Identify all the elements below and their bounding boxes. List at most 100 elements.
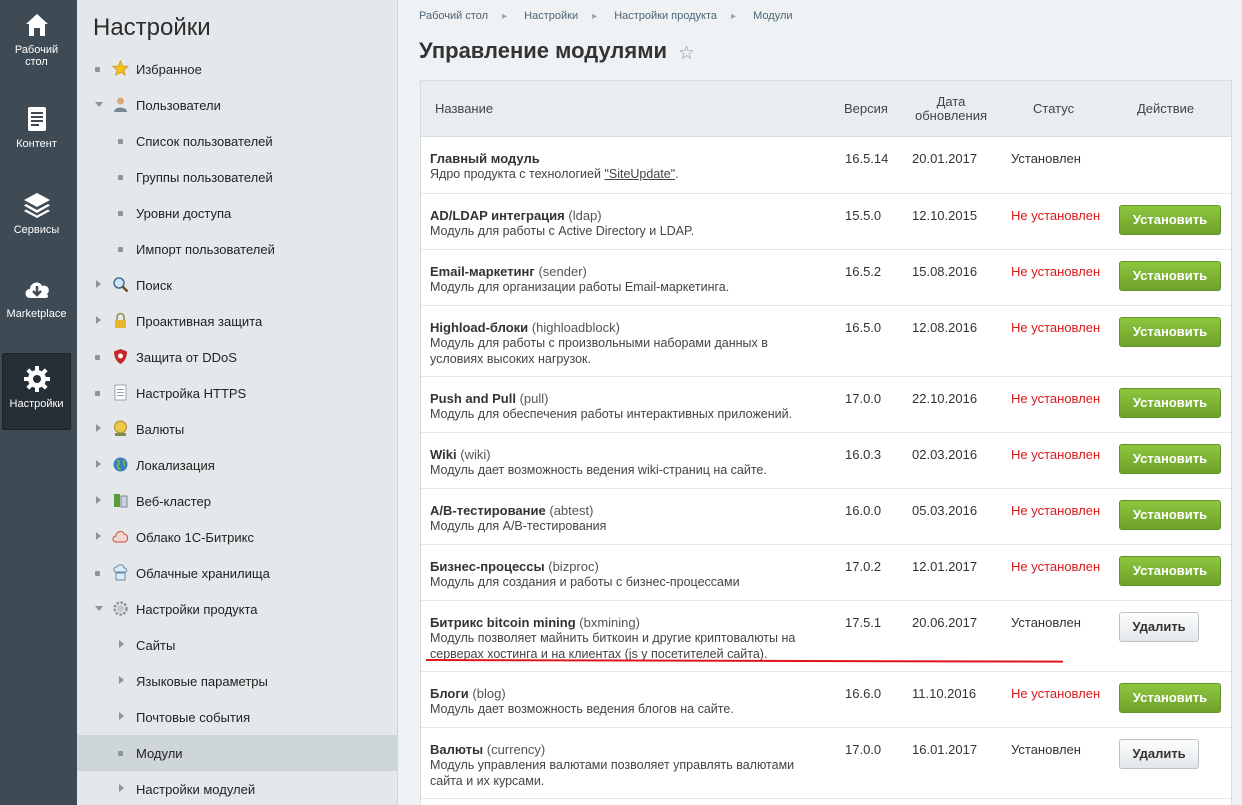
module-date: 12.01.2017 bbox=[912, 559, 978, 574]
install-button[interactable]: Установить bbox=[1119, 317, 1221, 347]
column-header-status[interactable]: Статус bbox=[1033, 102, 1074, 116]
module-description: Модуль для работы с Active Directory и L… bbox=[430, 224, 695, 238]
install-button[interactable]: Установить bbox=[1119, 500, 1221, 530]
table-row: Бизнес-процессы (bizproc) Модуль для соз… bbox=[421, 545, 1231, 601]
menu-item-label: Облако 1С-Битрикс bbox=[136, 530, 254, 545]
module-code: (highloadblock) bbox=[531, 320, 620, 335]
nav-desktop-label: Рабочий стол bbox=[14, 44, 59, 68]
bullet-icon bbox=[95, 355, 100, 360]
column-header-version[interactable]: Версия bbox=[844, 102, 888, 116]
storage-icon bbox=[113, 564, 128, 581]
nav-marketplace-label: Marketplace bbox=[6, 308, 67, 320]
install-button[interactable]: Установить bbox=[1119, 683, 1221, 713]
menu-item-mail-events[interactable]: Почтовые события bbox=[77, 699, 398, 735]
menu-item-modules[interactable]: Модули bbox=[77, 735, 398, 771]
siteupdate-link[interactable]: "SiteUpdate" bbox=[604, 167, 675, 181]
coin-icon bbox=[114, 420, 127, 436]
menu-item-ddos[interactable]: Защита от DDoS bbox=[77, 339, 398, 375]
module-name-cell: Highload-блоки (highloadblock) Модуль дл… bbox=[430, 320, 830, 367]
install-button[interactable]: Установить bbox=[1119, 261, 1221, 291]
menu-item-user-list[interactable]: Список пользователей bbox=[77, 123, 398, 159]
module-code: (ldap) bbox=[568, 208, 602, 223]
menu-item-favorites[interactable]: Избранное bbox=[77, 51, 398, 87]
menu-item-cloud-storage[interactable]: Облачные хранилища bbox=[77, 555, 398, 591]
nav-content-label: Контент bbox=[16, 138, 57, 150]
menu-item-https[interactable]: Настройка HTTPS bbox=[77, 375, 398, 411]
menu-item-module-settings[interactable]: Настройки модулей bbox=[77, 771, 398, 805]
menu-item-label: Пользователи bbox=[136, 98, 221, 113]
module-title: Битрикс bitcoin mining bbox=[430, 615, 576, 630]
module-title: Бизнес-процессы bbox=[430, 559, 545, 574]
breadcrumb-item[interactable]: Рабочий стол bbox=[419, 10, 488, 22]
module-date: 22.10.2016 bbox=[912, 391, 978, 406]
column-header-action[interactable]: Действие bbox=[1137, 102, 1194, 116]
module-description-line2: условиях высоких нагрузок. bbox=[430, 352, 591, 366]
breadcrumb-item[interactable]: Настройки bbox=[524, 10, 578, 22]
nav-settings[interactable]: Настройки bbox=[2, 353, 71, 430]
menu-item-language-params[interactable]: Языковые параметры bbox=[77, 663, 398, 699]
modules-table: Название Версия Дата обновления Статус Д… bbox=[420, 80, 1232, 805]
menu-item-product-settings[interactable]: Настройки продукта bbox=[77, 591, 398, 627]
menu-item-localization[interactable]: Локализация bbox=[77, 447, 398, 483]
table-header: Название Версия Дата обновления Статус Д… bbox=[421, 81, 1231, 137]
module-status: Не установлен bbox=[1011, 391, 1101, 406]
column-header-date[interactable]: Дата обновления bbox=[909, 95, 993, 123]
chevron-right-icon bbox=[96, 496, 101, 504]
breadcrumb-item[interactable]: Модули bbox=[753, 10, 792, 22]
left-navigation: Рабочий стол Контент Сервисы Marketplace… bbox=[0, 0, 77, 805]
install-button[interactable]: Установить bbox=[1119, 444, 1221, 474]
chevron-right-icon bbox=[96, 316, 101, 324]
module-name-cell: Валюты (currency) Модуль управления валю… bbox=[430, 742, 830, 789]
menu-item-label: Языковые параметры bbox=[136, 674, 268, 689]
menu-item-user-groups[interactable]: Группы пользователей bbox=[77, 159, 398, 195]
menu-item-web-cluster[interactable]: Веб-кластер bbox=[77, 483, 398, 519]
breadcrumb-separator-icon: ▸ bbox=[592, 11, 598, 22]
breadcrumb-item[interactable]: Настройки продукта bbox=[614, 10, 717, 22]
menu-item-user-import[interactable]: Импорт пользователей bbox=[77, 231, 398, 267]
module-name-cell: A/B-тестирование (abtest) Модуль для A/B… bbox=[430, 503, 830, 534]
nav-content[interactable]: Контент bbox=[2, 104, 71, 184]
module-title: Push and Pull bbox=[430, 391, 516, 406]
nav-services[interactable]: Сервисы bbox=[2, 190, 71, 270]
module-version: 17.5.1 bbox=[845, 615, 882, 630]
install-button[interactable]: Установить bbox=[1119, 205, 1221, 235]
module-title: Главный модуль bbox=[430, 151, 540, 166]
delete-button[interactable]: Удалить bbox=[1119, 612, 1199, 642]
menu-item-access-levels[interactable]: Уровни доступа bbox=[77, 195, 398, 231]
menu-item-label: Настройка HTTPS bbox=[136, 386, 247, 401]
cluster-icon bbox=[114, 494, 128, 508]
table-row: Push and Pull (pull) Модуль для обеспече… bbox=[421, 377, 1231, 433]
bullet-icon bbox=[95, 67, 100, 72]
menu-item-currencies[interactable]: Валюты bbox=[77, 411, 398, 447]
module-version: 16.0.0 bbox=[845, 503, 882, 518]
nav-marketplace[interactable]: Marketplace bbox=[2, 274, 71, 354]
menu-item-users[interactable]: Пользователи bbox=[77, 87, 398, 123]
bullet-icon bbox=[118, 751, 123, 756]
menu-item-bitrix-cloud[interactable]: Облако 1С-Битрикс bbox=[77, 519, 398, 555]
module-date: 16.01.2017 bbox=[912, 742, 978, 757]
menu-item-label: Сайты bbox=[136, 638, 176, 653]
menu-item-search[interactable]: Поиск bbox=[77, 267, 398, 303]
menu-item-label: Группы пользователей bbox=[136, 170, 273, 185]
favorite-star-icon[interactable]: ☆ bbox=[678, 42, 695, 65]
delete-button[interactable]: Удалить bbox=[1119, 739, 1199, 769]
module-status: Не установлен bbox=[1011, 208, 1101, 223]
column-header-name[interactable]: Название bbox=[435, 102, 493, 116]
chevron-right-icon bbox=[119, 640, 124, 648]
module-description: Модуль для обеспечения работы интерактив… bbox=[430, 407, 793, 421]
install-button[interactable]: Установить bbox=[1119, 556, 1221, 586]
nav-desktop[interactable]: Рабочий стол bbox=[2, 10, 71, 90]
shield-icon bbox=[114, 349, 127, 364]
menu-item-sites[interactable]: Сайты bbox=[77, 627, 398, 663]
bullet-icon bbox=[118, 211, 123, 216]
menu-item-proactive-protection[interactable]: Проактивная защита bbox=[77, 303, 398, 339]
menu-item-label: Поиск bbox=[136, 278, 173, 293]
module-status: Установлен bbox=[1011, 742, 1081, 757]
chevron-right-icon bbox=[96, 280, 101, 288]
user-icon bbox=[114, 97, 127, 112]
module-code: (wiki) bbox=[460, 447, 491, 462]
install-button[interactable]: Установить bbox=[1119, 388, 1221, 418]
chevron-right-icon bbox=[96, 532, 101, 540]
breadcrumb-separator-icon: ▸ bbox=[502, 11, 508, 22]
module-status: Установлен bbox=[1011, 615, 1081, 630]
